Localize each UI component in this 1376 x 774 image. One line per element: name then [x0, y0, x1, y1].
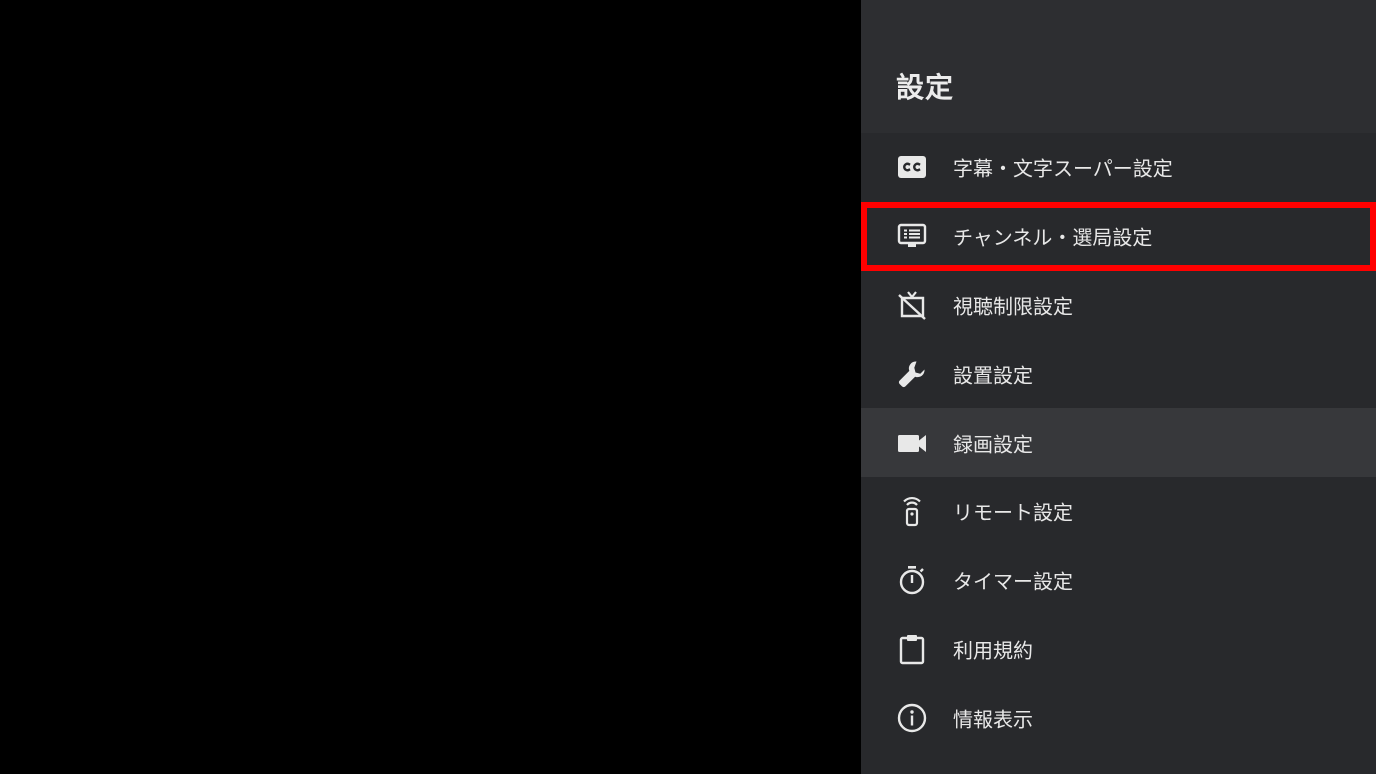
menu-item-label: タイマー設定	[953, 569, 1073, 594]
menu-item-label: 録画設定	[953, 432, 1033, 457]
menu-item-timer-settings[interactable]: タイマー設定	[861, 546, 1376, 615]
menu-item-information[interactable]: 情報表示	[861, 683, 1376, 752]
video-content-area	[0, 0, 861, 774]
menu-item-caption-settings[interactable]: 字幕・文字スーパー設定	[861, 133, 1376, 202]
remote-icon	[896, 495, 928, 527]
info-icon	[896, 702, 928, 734]
tv-screen: 設定 字幕・文字スーパー設定 チャンネル・選局設定 視聴制限設定 設置設定 録画…	[0, 0, 1376, 774]
menu-item-label: リモート設定	[953, 500, 1073, 525]
menu-item-label: チャンネル・選局設定	[953, 225, 1153, 250]
menu-item-recording-settings[interactable]: 録画設定	[861, 408, 1376, 477]
video-camera-icon	[896, 427, 928, 459]
menu-item-channel-settings[interactable]: チャンネル・選局設定	[861, 201, 1376, 271]
page-title: 設定	[896, 71, 955, 104]
closed-caption-icon	[896, 151, 928, 183]
menu-item-label: 字幕・文字スーパー設定	[953, 156, 1173, 181]
menu-item-label: 視聴制限設定	[953, 294, 1073, 319]
settings-menu: 字幕・文字スーパー設定 チャンネル・選局設定 視聴制限設定 設置設定 録画設定 …	[861, 133, 1376, 752]
timer-icon	[896, 564, 928, 596]
menu-item-parental-control[interactable]: 視聴制限設定	[861, 271, 1376, 340]
channel-list-icon	[896, 220, 928, 252]
menu-item-terms-of-use[interactable]: 利用規約	[861, 615, 1376, 684]
menu-item-installation-settings[interactable]: 設置設定	[861, 339, 1376, 408]
wrench-icon	[896, 358, 928, 390]
tv-off-icon	[896, 289, 928, 321]
menu-item-remote-settings[interactable]: リモート設定	[861, 477, 1376, 546]
settings-header: 設定	[861, 0, 1376, 133]
clipboard-icon	[896, 633, 928, 665]
menu-item-label: 利用規約	[953, 638, 1033, 663]
settings-panel: 設定 字幕・文字スーパー設定 チャンネル・選局設定 視聴制限設定 設置設定 録画…	[861, 0, 1376, 774]
menu-item-label: 設置設定	[953, 363, 1033, 388]
menu-item-label: 情報表示	[953, 707, 1033, 732]
